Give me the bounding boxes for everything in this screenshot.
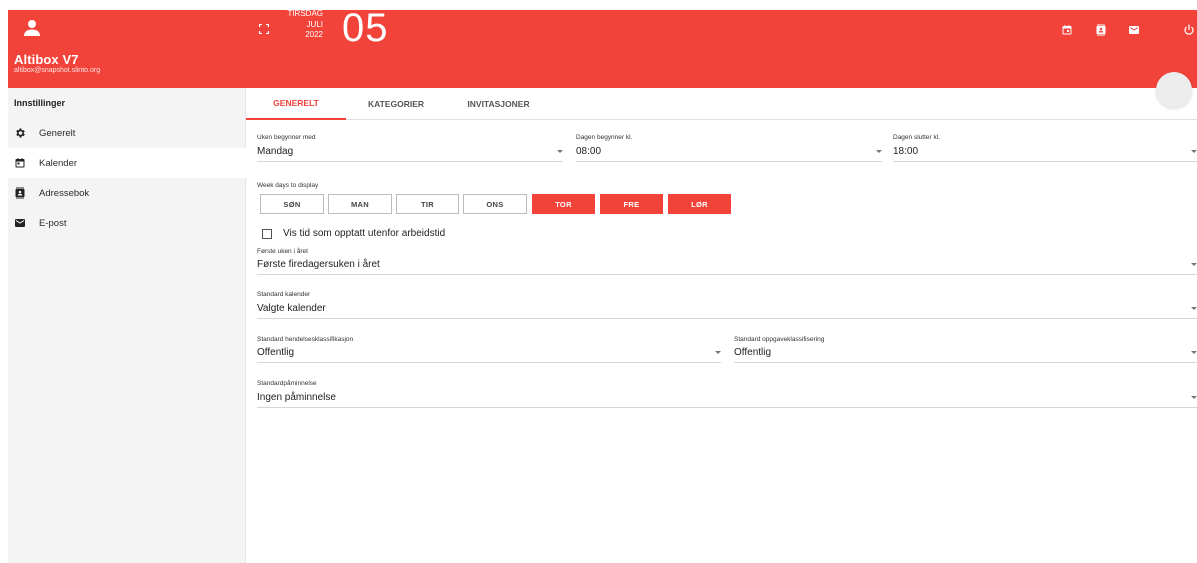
sidebar-item-label: Kalender <box>39 157 78 169</box>
sidebar-item-kalender[interactable]: Kalender <box>8 148 246 178</box>
week-start-value: Mandag <box>257 146 294 157</box>
task-class-label: Standard oppgaveklassifisering <box>734 336 825 343</box>
day-button-ons[interactable]: ONS <box>463 194 527 214</box>
tab-invitasjoner[interactable]: INVITASJONER <box>446 88 551 120</box>
day-button-fre[interactable]: FRE <box>600 194 663 214</box>
week-start-label: Uken begynner med <box>257 134 316 141</box>
floating-action-button[interactable] <box>1156 72 1192 108</box>
dropdown-arrow-icon <box>1191 307 1197 310</box>
day-button-son[interactable]: SØN <box>260 194 324 214</box>
calendar-icon[interactable] <box>1061 24 1073 36</box>
sidebar-item-label: Adressebok <box>39 187 90 199</box>
sidebar-item-e-post[interactable]: E-post <box>8 208 246 238</box>
settings-tabs: GENERELT KATEGORIER INVITASJONER <box>246 88 1197 120</box>
dropdown-arrow-icon <box>1191 263 1197 266</box>
sidebar: Altibox V7 altibox@snapshot.slinto.org I… <box>8 10 246 563</box>
reminder-select[interactable]: Ingen påminnelse <box>257 392 1197 408</box>
reminder-label: Standardpåminnelse <box>257 380 317 387</box>
task-class-select[interactable]: Offentlig <box>734 347 1197 363</box>
fullscreen-icon[interactable] <box>259 24 269 34</box>
weekdays-label: Week days to display <box>257 182 319 189</box>
event-class-select[interactable]: Offentlig <box>257 347 721 363</box>
tab-kategorier[interactable]: KATEGORIER <box>351 88 441 120</box>
month: JULI <box>306 19 323 29</box>
calendar-icon <box>14 157 26 169</box>
default-calendar-select[interactable]: Valgte kalender <box>257 303 1197 319</box>
sidebar-item-generelt[interactable]: Generelt <box>8 118 246 148</box>
user-icon <box>24 20 40 36</box>
day-button-man[interactable]: MAN <box>328 194 392 214</box>
year: 2022 <box>305 30 323 39</box>
date-words: TIRSDAG JULI 2022 <box>273 9 323 41</box>
day-button-tor[interactable]: TOR <box>532 194 595 214</box>
day-start-label: Dagen begynner kl. <box>576 134 633 141</box>
default-calendar-label: Standard kalender <box>257 291 311 298</box>
default-calendar-value: Valgte kalender <box>257 303 326 314</box>
day-start-select[interactable]: 08:00 <box>576 146 882 162</box>
first-week-value: Første firedagersuken i året <box>257 259 380 270</box>
first-week-label: Første uken i året <box>257 248 308 255</box>
first-week-select[interactable]: Første firedagersuken i året <box>257 259 1197 275</box>
busy-outside-hours-row: Vis tid som opptatt utenfor arbeidstid <box>262 228 445 239</box>
day-button-tir[interactable]: TIR <box>396 194 459 214</box>
dropdown-arrow-icon <box>876 150 882 153</box>
sidebar-item-label: Generelt <box>39 127 76 139</box>
mail-icon <box>14 217 26 229</box>
top-bar: TIRSDAG JULI 2022 05 <box>246 6 1197 88</box>
dropdown-arrow-icon <box>557 150 563 153</box>
dropdown-arrow-icon <box>1191 150 1197 153</box>
day-end-select[interactable]: 18:00 <box>893 146 1197 162</box>
gear-icon <box>14 127 26 139</box>
day-end-value: 18:00 <box>893 146 919 157</box>
account-name: Altibox V7 <box>14 52 79 67</box>
week-start-select[interactable]: Mandag <box>257 146 563 162</box>
event-class-value: Offentlig <box>257 347 295 358</box>
sidebar-item-label: E-post <box>39 217 67 229</box>
dropdown-arrow-icon <box>1191 351 1197 354</box>
busy-outside-hours-checkbox[interactable] <box>262 228 272 239</box>
dropdown-arrow-icon <box>715 351 721 354</box>
dropdown-arrow-icon <box>1191 396 1197 399</box>
day-number: 05 <box>342 6 389 50</box>
sidebar-item-adressebok[interactable]: Adressebok <box>8 178 246 208</box>
contacts-icon <box>14 187 26 199</box>
busy-outside-hours-label: Vis tid som opptatt utenfor arbeidstid <box>283 228 446 239</box>
reminder-value: Ingen påminnelse <box>257 392 336 403</box>
weekday: TIRSDAG <box>287 9 323 18</box>
task-class-value: Offentlig <box>734 347 772 358</box>
settings-heading: Innstillinger <box>14 98 66 108</box>
tab-generelt[interactable]: GENERELT <box>246 88 346 120</box>
account-header: Altibox V7 altibox@snapshot.slinto.org <box>8 10 246 88</box>
day-start-value: 08:00 <box>576 146 602 157</box>
day-button-lor[interactable]: LØR <box>668 194 731 214</box>
event-class-label: Standard hendelsesklassifikasjon <box>257 336 354 343</box>
power-icon[interactable] <box>1183 24 1195 36</box>
mail-icon[interactable] <box>1128 24 1140 36</box>
contacts-icon[interactable] <box>1095 24 1107 36</box>
day-end-label: Dagen slutter kl. <box>893 134 940 141</box>
account-email: altibox@snapshot.slinto.org <box>14 67 101 74</box>
